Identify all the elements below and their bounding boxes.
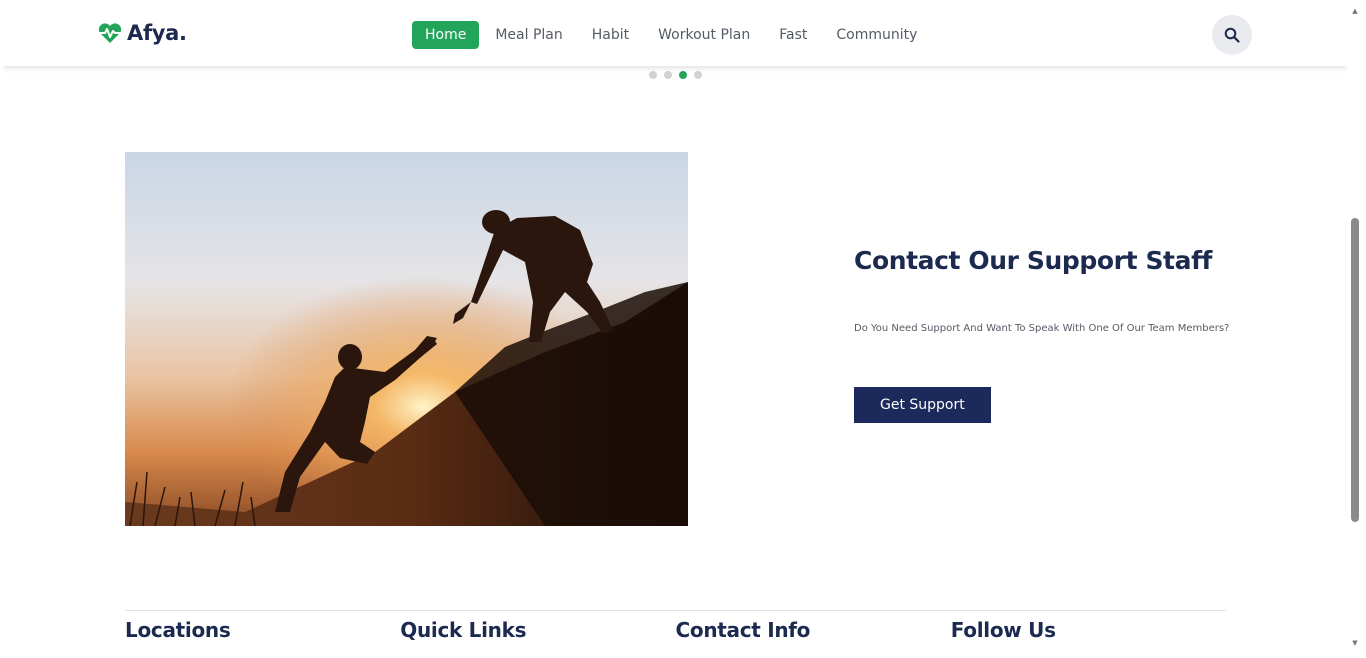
footer-divider	[125, 610, 1226, 611]
nav-home[interactable]: Home	[412, 21, 480, 49]
carousel-dot[interactable]	[649, 71, 657, 79]
brand-logo[interactable]: Afya.	[97, 21, 187, 45]
page-viewport: Afya. Home Meal Plan Habit Workout Plan …	[3, 6, 1347, 658]
site-header: Afya. Home Meal Plan Habit Workout Plan …	[3, 6, 1347, 66]
scrollbar-thumb[interactable]	[1351, 218, 1359, 522]
get-support-button[interactable]: Get Support	[854, 387, 991, 423]
footer-columns: Locations Quick Links Contact Info Follo…	[125, 618, 1226, 642]
footer-heading-follow-us: Follow Us	[950, 618, 1056, 642]
nav-meal-plan[interactable]: Meal Plan	[481, 21, 576, 49]
footer-heading-quick-links: Quick Links	[400, 618, 527, 642]
support-hero-image	[125, 152, 688, 526]
search-button[interactable]	[1212, 15, 1252, 55]
brand-name: Afya.	[127, 21, 187, 45]
carousel-dot[interactable]	[694, 71, 702, 79]
carousel-dot[interactable]	[664, 71, 672, 79]
carousel-dot-active[interactable]	[679, 71, 687, 79]
footer-heading-locations: Locations	[125, 618, 231, 642]
footer-heading-contact-info: Contact Info	[675, 618, 811, 642]
scroll-up-arrow-icon[interactable]: ▲	[1351, 8, 1359, 15]
main-nav: Home Meal Plan Habit Workout Plan Fast C…	[412, 21, 932, 49]
scroll-down-arrow-icon[interactable]: ▼	[1351, 640, 1359, 647]
nav-habit[interactable]: Habit	[578, 21, 643, 49]
carousel-indicators	[649, 71, 702, 79]
nav-community[interactable]: Community	[822, 21, 931, 49]
nav-workout-plan[interactable]: Workout Plan	[644, 21, 764, 49]
page-scrollbar[interactable]: ▲ ▼	[1349, 6, 1361, 658]
search-icon	[1224, 27, 1240, 43]
support-section: Contact Our Support Staff Do You Need Su…	[854, 246, 1234, 423]
support-description: Do You Need Support And Want To Speak Wi…	[854, 323, 1230, 334]
support-title: Contact Our Support Staff	[854, 246, 1213, 275]
heartbeat-icon	[98, 23, 122, 43]
nav-fast[interactable]: Fast	[765, 21, 821, 49]
